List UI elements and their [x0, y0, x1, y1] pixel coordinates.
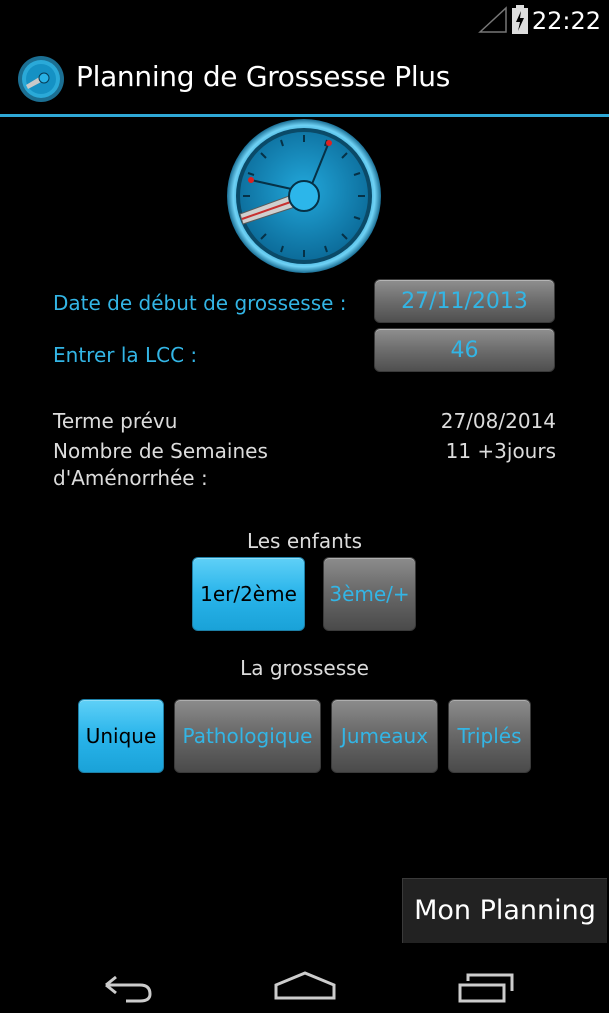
- children-section-title: Les enfants: [246, 529, 363, 553]
- screen: 22:22 Planning de Grossesse Plus Date de…: [0, 0, 609, 1013]
- action-bar-divider: [0, 114, 609, 117]
- term-label: Terme prévu: [53, 409, 178, 433]
- navigation-bar: [0, 947, 609, 1013]
- start-date-button[interactable]: 27/11/2013: [374, 279, 555, 323]
- lcc-label: Entrer la LCC :: [53, 343, 198, 367]
- action-bar: Planning de Grossesse Plus: [0, 44, 609, 114]
- pregnancy-option-jumeaux[interactable]: Jumeaux: [331, 699, 438, 773]
- pregnancy-option-triples[interactable]: Triplés: [448, 699, 531, 773]
- dial-logo-icon[interactable]: [17, 55, 65, 103]
- home-icon[interactable]: [272, 947, 338, 1013]
- children-option-first-second[interactable]: 1er/2ème: [192, 557, 305, 631]
- pregnancy-option-pathologique[interactable]: Pathologique: [174, 699, 321, 773]
- pregnancy-section-title: La grossesse: [240, 656, 369, 680]
- status-bar: 22:22: [0, 0, 609, 44]
- pregnancy-dial-icon: [227, 119, 381, 273]
- weeks-label-line1: Nombre de Semaines: [53, 439, 268, 463]
- app-title: Planning de Grossesse Plus: [76, 60, 451, 93]
- start-date-label: Date de début de grossesse :: [53, 291, 347, 315]
- weeks-value: 11 +3jours: [445, 439, 556, 463]
- lcc-input[interactable]: 46: [374, 328, 555, 372]
- battery-icon: [512, 5, 528, 34]
- weeks-label-line2: d'Aménorrhée :: [53, 466, 208, 490]
- pregnancy-option-unique[interactable]: Unique: [78, 699, 164, 773]
- mon-planning-button[interactable]: Mon Planning: [402, 878, 607, 943]
- children-option-third-plus[interactable]: 3ème/+: [323, 557, 416, 631]
- status-time: 22:22: [531, 7, 601, 35]
- recents-icon[interactable]: [452, 947, 518, 1013]
- signal-icon: [478, 6, 507, 33]
- back-icon[interactable]: [92, 947, 158, 1013]
- term-value: 27/08/2014: [440, 409, 556, 433]
